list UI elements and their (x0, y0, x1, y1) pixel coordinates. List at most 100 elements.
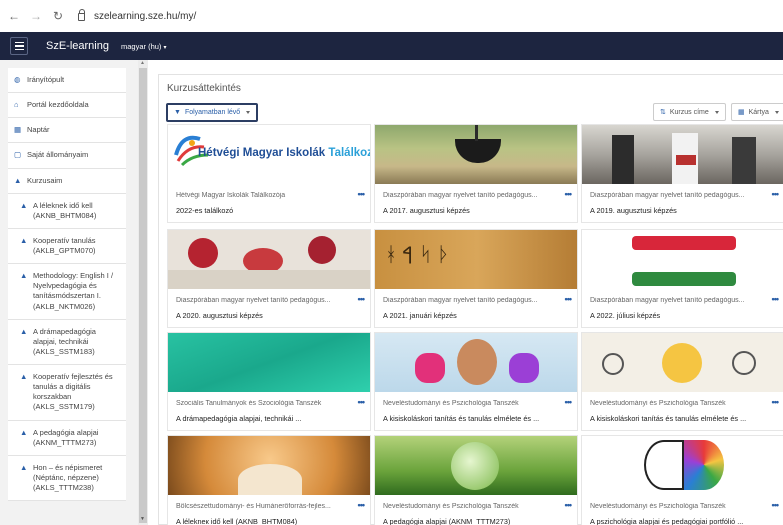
more-actions-icon[interactable]: ••• (565, 294, 573, 304)
forward-arrow-icon[interactable]: → (30, 9, 42, 23)
sidebar-item[interactable]: ⌂ Portál kezdőoldala (8, 93, 126, 119)
course-image[interactable] (582, 230, 783, 289)
dashboard-icon: ◍ (14, 75, 21, 84)
reload-icon[interactable]: ↻ (52, 9, 64, 23)
course-name-link[interactable]: A kisiskoláskori tanítás és tanulás elmé… (590, 414, 780, 423)
more-actions-icon[interactable]: ••• (358, 397, 366, 407)
more-actions-icon[interactable]: ••• (565, 397, 573, 407)
sidebar-item-label: Irányítópult (27, 75, 65, 84)
scrollbar-thumb[interactable] (139, 68, 147, 523)
more-actions-icon[interactable]: ••• (772, 294, 780, 304)
course-name-link[interactable]: A pedagógia alapjai (AKNM_TTTM273) (383, 517, 573, 525)
more-actions-icon[interactable]: ••• (565, 500, 573, 510)
sidebar-item[interactable]: ▢ Saját állományaim (8, 143, 126, 169)
course-image[interactable]: Hétvégi Magyar Iskolák Találkozó (168, 125, 370, 184)
graduation-cap-icon: ▲ (20, 200, 28, 210)
more-actions-icon[interactable]: ••• (772, 397, 780, 407)
sidebar-item[interactable]: ▲ Hon – és népismeret (Néptánc, népzene) … (8, 455, 126, 502)
sidebar-item-label: Kooperatív fejlesztés és tanulás a digit… (33, 372, 113, 412)
course-image[interactable] (582, 333, 783, 392)
site-brand[interactable]: SzE-learning (46, 40, 109, 52)
sidebar-item[interactable]: ▲ A pedagógia alapjai (AKNM_TTTM273) (8, 420, 126, 456)
sidebar-item-label: Methodology: English I / Nyelvpedagógia … (33, 271, 114, 311)
hamburger-menu-icon[interactable] (10, 37, 28, 55)
course-card[interactable]: Neveléstudományi és Pszichológia Tanszék… (581, 332, 783, 431)
sidebar-item[interactable]: ▲ Kurzusaim (8, 168, 126, 194)
course-name-link[interactable]: A kisiskoláskori tanítás és tanulás elmé… (383, 414, 573, 423)
course-name-link[interactable]: A 2017. augusztusi képzés (383, 206, 573, 215)
course-name-link[interactable]: A lélekneк idő kell (AKNB_BHTM084) (176, 517, 366, 525)
sort-dropdown[interactable]: ⇅ Kurzus címe (653, 103, 726, 121)
course-card[interactable]: Diaszpórában magyar nyelvet tanító pedag… (167, 229, 371, 328)
course-category: Diaszpórában magyar nyelvet tanító pedag… (176, 297, 331, 304)
course-card[interactable]: Diaszpórában magyar nyelvet tanító pedag… (374, 124, 578, 223)
file-icon: ▢ (14, 150, 22, 160)
course-image[interactable] (168, 436, 370, 495)
course-name-link[interactable]: A 2019. augusztusi képzés (590, 206, 780, 215)
sidebar-item[interactable]: ▦ Naptár (8, 118, 126, 144)
course-name-link[interactable]: A 2020. augusztusi képzés (176, 311, 366, 320)
course-category: Szociális Tanulmányok és Szociológia Tan… (176, 400, 322, 407)
back-arrow-icon[interactable]: ← (8, 9, 20, 23)
sidebar-item-label: A drámapedagógia alapjai, technikái (AKL… (33, 326, 96, 356)
course-image[interactable] (375, 436, 577, 495)
course-card[interactable]: Neveléstudományi és Pszichológia Tanszék… (374, 435, 578, 525)
course-category: Bölcsészettudományi- és Humánerőforrás-f… (176, 503, 331, 510)
course-category: Neveléstudományi és Pszichológia Tanszék (383, 400, 519, 407)
sidebar-item-label: A léleknek idő kell (AKNB_BHTM084) (33, 200, 97, 220)
course-card[interactable]: Bölcsészettudományi- és Humánerőforrás-f… (167, 435, 371, 525)
course-category: Diaszpórában magyar nyelvet tanító pedag… (383, 297, 538, 304)
block-title: Kurzusáttekintés (167, 83, 241, 94)
sidebar-item[interactable]: ▲ Kooperatív fejlesztés és tanulás a digi… (8, 365, 126, 421)
sidebar-scrollbar[interactable]: ▲ ▼ (138, 60, 148, 525)
sidebar-item[interactable]: ▲ A léleknek idő kell (AKNB_BHTM084) (8, 193, 126, 229)
sidebar-item[interactable]: ◍ Irányítópult (8, 68, 126, 94)
course-image[interactable] (375, 333, 577, 392)
sidebar-item-label: Saját állományaim (27, 150, 89, 160)
address-bar[interactable]: szelearning.sze.hu/my/ (78, 9, 196, 22)
course-category: Diaszpórában magyar nyelvet tanító pedag… (590, 192, 745, 199)
course-card[interactable]: Neveléstudományi és Pszichológia Tanszék… (374, 332, 578, 431)
more-actions-icon[interactable]: ••• (358, 189, 366, 199)
scroll-down-icon[interactable]: ▼ (140, 516, 145, 522)
course-name-link[interactable]: A drámapedagógia alapjai, technikái ... (176, 414, 366, 423)
more-actions-icon[interactable]: ••• (772, 189, 780, 199)
course-category: Neveléstudományi és Pszichológia Tanszék (590, 503, 726, 510)
course-card[interactable]: Diaszpórában magyar nyelvet tanító pedag… (581, 229, 783, 328)
course-name-link[interactable]: A 2022. júliusi képzés (590, 311, 780, 320)
course-card[interactable]: Szociális Tanulmányok és Szociológia Tan… (167, 332, 371, 431)
course-image[interactable]: ᚼ𐲀ᛋᚦ (375, 230, 577, 289)
course-image[interactable] (582, 125, 783, 184)
language-selector[interactable]: magyar (hu) ▾ (121, 42, 167, 51)
view-dropdown[interactable]: ▦ Kártya (731, 103, 783, 121)
course-image[interactable] (582, 436, 783, 495)
course-card[interactable]: ᚼ𐲀ᛋᚦ Diaszpórában magyar nyelvet tanító p… (374, 229, 578, 328)
more-actions-icon[interactable]: ••• (772, 500, 780, 510)
lock-icon (78, 9, 85, 21)
sidebar-nav: ◍ Irányítópult ⌂ Portál kezdőoldala ▦ Naptár ▢… (8, 68, 126, 502)
sidebar-item[interactable]: ▲ A drámapedagógia alapjai, technikái (AK… (8, 319, 126, 365)
course-image[interactable] (168, 230, 370, 289)
browser-toolbar: ← → ↻ szelearning.sze.hu/my/ (0, 0, 783, 32)
course-name-link[interactable]: A pszichológia alapjai és pedagógiai por… (590, 517, 780, 525)
course-name-link[interactable]: A 2021. januári képzés (383, 311, 573, 320)
scroll-up-icon[interactable]: ▲ (140, 60, 145, 66)
home-icon: ⌂ (14, 100, 19, 110)
sidebar-item-label: A pedagógia alapjai (AKNM_TTTM273) (33, 427, 99, 447)
course-card[interactable]: Diaszpórában magyar nyelvet tanító pedag… (581, 124, 783, 223)
sidebar-item[interactable]: ▲ Kooperatív tanulás (AKLB_GPTM070) (8, 228, 126, 265)
graduation-cap-icon: ▲ (20, 235, 28, 245)
sort-icon: ⇅ (660, 109, 666, 116)
course-name-link[interactable]: 2022-es találkozó (176, 206, 366, 215)
course-card[interactable]: Neveléstudományi és Pszichológia Tanszék… (581, 435, 783, 525)
course-card[interactable]: Hétvégi Magyar Iskolák Találkozó Hétvégi … (167, 124, 371, 223)
course-image[interactable] (375, 125, 577, 184)
course-category: Hétvégi Magyar Iskolák Találkozója (176, 192, 286, 199)
course-image[interactable] (168, 333, 370, 392)
more-actions-icon[interactable]: ••• (565, 189, 573, 199)
sidebar-item[interactable]: ▲ Methodology: English I / Nyelvpedagógia… (8, 264, 126, 320)
sidebar-item-label: Kooperatív tanulás (AKLB_GPTM070) (33, 235, 96, 255)
more-actions-icon[interactable]: ••• (358, 500, 366, 510)
filter-dropdown[interactable]: ▼ Folyamatban lévő (166, 103, 259, 122)
more-actions-icon[interactable]: ••• (358, 294, 366, 304)
